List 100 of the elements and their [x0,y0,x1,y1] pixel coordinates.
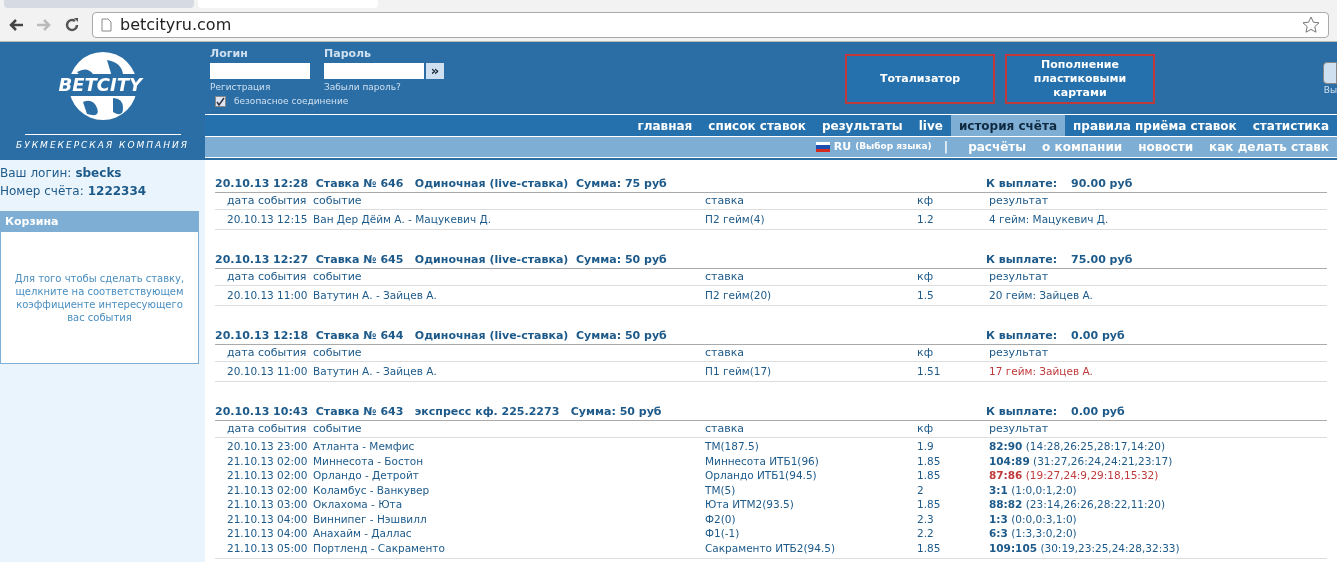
table-cell-text: 20.10.13 11:00 [226,363,309,379]
payout-amount: 75.00 руб [1071,251,1133,268]
column-header: дата события [226,192,308,209]
login-field[interactable] [210,62,310,79]
payout-amount: 0.00 руб [1071,403,1125,420]
result-cell-text: 87:86 (19:27,24:9,29:18,15:32) [989,468,1160,484]
table-cell-text: 20.10.13 12:15 [226,211,309,227]
column-header: событие [313,420,363,437]
table-cell-text: 1.9 [917,439,935,455]
table-cell-text: Орландо ИТБ1(94.5) [705,468,818,484]
account-number-value: 1222334 [87,183,147,200]
result-cell-text: 1:3 (0:0,0:3,1:0) [989,511,1078,527]
bet-header: 20.10.13 12:27 Ставка № 645 Одиночная (live-ставка) Сумма: 50 руб [215,251,668,268]
column-header: результат [989,420,1050,437]
payout-amount: 90.00 руб [1071,175,1133,192]
nav-tab[interactable]: live [910,115,951,136]
table-cell-text: 21.10.13 02:00 [226,453,309,469]
logo-text: BETCITY [56,74,144,96]
promo-button[interactable]: Тотализатор [845,54,995,104]
nav-tab[interactable]: список ставок [700,115,814,136]
basket-hint: Для того чтобы сделать ставку, щелкните на соответствующем коэффициенте интересующего вас события [13,271,186,324]
column-header: ставка [705,344,746,361]
secure-connection-label: безопасное соединение [234,95,349,108]
exit-label[interactable]: Вы [1323,84,1337,98]
table-cell-text: П2 гейм(4) [705,211,766,227]
nav-tab[interactable]: статистика [1244,115,1337,136]
forgot-password-link[interactable]: Забыли пароль? [324,80,444,94]
star-icon[interactable] [1302,15,1320,34]
table-cell-text: Атланта - Мемфис [313,439,416,455]
table-cell-text: ТМ(5) [705,482,737,498]
column-header: дата события [226,268,308,285]
password-label: Пароль [324,46,373,62]
result-cell-text: 3:1 (1:0,0:1,2:0) [989,482,1078,498]
result-cell-text: 109:105 (30:19,23:25,24:28,32:33) [989,540,1181,556]
payout-label: К выплате: [986,175,1059,192]
payout-label: К выплате: [986,327,1059,344]
table-cell-text: Ван Дер Дёйм А. - Мацукевич Д. [313,211,492,227]
column-header: кф [917,420,935,437]
table-cell-text: 1.2 [917,211,935,227]
table-cell-text: 1.85 [917,497,942,513]
bet-header: 20.10.13 12:18 Ставка № 644 Одиночная (live-ставка) Сумма: 50 руб [215,327,668,344]
table-cell-text: Орландо - Детройт [313,468,420,484]
bet-header: 20.10.13 10:43 Ставка № 643 экспресс кф. 225.2273 Сумма: 50 руб [215,403,663,420]
table-cell-text: Ватутин А. - Зайцев А. [313,287,438,303]
column-header: кф [917,344,935,361]
address-text: betcityru.com [120,13,232,36]
column-header: кф [917,192,935,209]
secure-checkbox[interactable] [215,96,226,108]
table-cell-text: 20.10.13 23:00 [226,439,309,455]
address-bar[interactable]: betcityru.com [92,11,1329,38]
table-cell-text: 21.10.13 04:00 [226,526,309,542]
table-cell-text: 21.10.13 02:00 [226,482,309,498]
column-header: результат [989,192,1050,209]
table-cell-text: ТМ(187.5) [705,439,760,455]
result-cell-text: 17 гейм: Зайцев А. [989,363,1094,379]
flag-icon [815,142,830,152]
payout-amount: 0.00 руб [1071,327,1125,344]
column-header: ставка [705,268,746,285]
table-cell-text: Ватутин А. - Зайцев А. [313,363,438,379]
nav-tab[interactable]: история счёта [950,115,1066,136]
column-header: результат [989,268,1050,285]
password-field[interactable] [324,62,424,79]
table-cell-text: Ф1(-1) [705,526,741,542]
nav-tab[interactable]: результаты [813,115,911,136]
column-header: событие [313,192,363,209]
login-caption: Ваш логин: [0,165,72,182]
result-cell-text: 20 гейм: Зайцев А. [989,287,1094,303]
table-cell-text: 21.10.13 03:00 [226,497,309,513]
table-cell-text: 2.2 [917,526,935,542]
table-cell-text: 21.10.13 05:00 [226,540,309,556]
table-cell-text: 1.5 [917,287,935,303]
register-link[interactable]: Регистрация [210,80,310,94]
back-icon[interactable] [8,17,24,32]
table-cell-text: Коламбус - Ванкувер [313,482,431,498]
table-cell-text: 1.85 [917,468,942,484]
column-header: ставка [705,420,746,437]
table-cell-text: П1 гейм(17) [705,363,773,379]
table-cell-text: Портленд - Сакраменто [313,540,446,556]
submit-button[interactable]: » [426,62,444,79]
table-cell-text: 20.10.13 11:00 [226,287,309,303]
promo-button[interactable]: Пополнение пластиковыми картами [1005,54,1155,104]
reload-icon[interactable] [64,16,80,33]
logo-tagline: БУКМЕКЕРСКАЯ КОМПАНИЯ [16,139,189,152]
login-value: sbecks [75,165,122,182]
nav-tab[interactable]: главная [629,115,701,136]
table-cell-text: 1.51 [917,363,942,379]
result-cell-text: 104:89 (31:27,26:24,24:21,23:17) [989,453,1174,469]
column-header: результат [989,344,1050,361]
table-cell-text: 2 [917,482,925,498]
table-cell-text: Миннесота - Бостон [313,453,425,469]
table-cell-text: Сакраменто ИТБ2(94.5) [705,540,837,556]
table-cell-text: Юта ИТМ2(93.5) [705,497,795,513]
account-number-caption: Номер счёта: [0,183,84,200]
result-cell-text: 4 гейм: Мацукевич Д. [989,211,1110,227]
table-cell-text: 2.3 [917,511,935,527]
table-cell-text: Оклахома - Юта [313,497,404,513]
column-header: ставка [705,192,746,209]
nav-tab[interactable]: правила приёма ставок [1065,115,1245,136]
login-label: Логин [210,46,249,62]
result-cell-text: 82:90 (14:28,26:25,28:17,14:20) [989,439,1167,455]
